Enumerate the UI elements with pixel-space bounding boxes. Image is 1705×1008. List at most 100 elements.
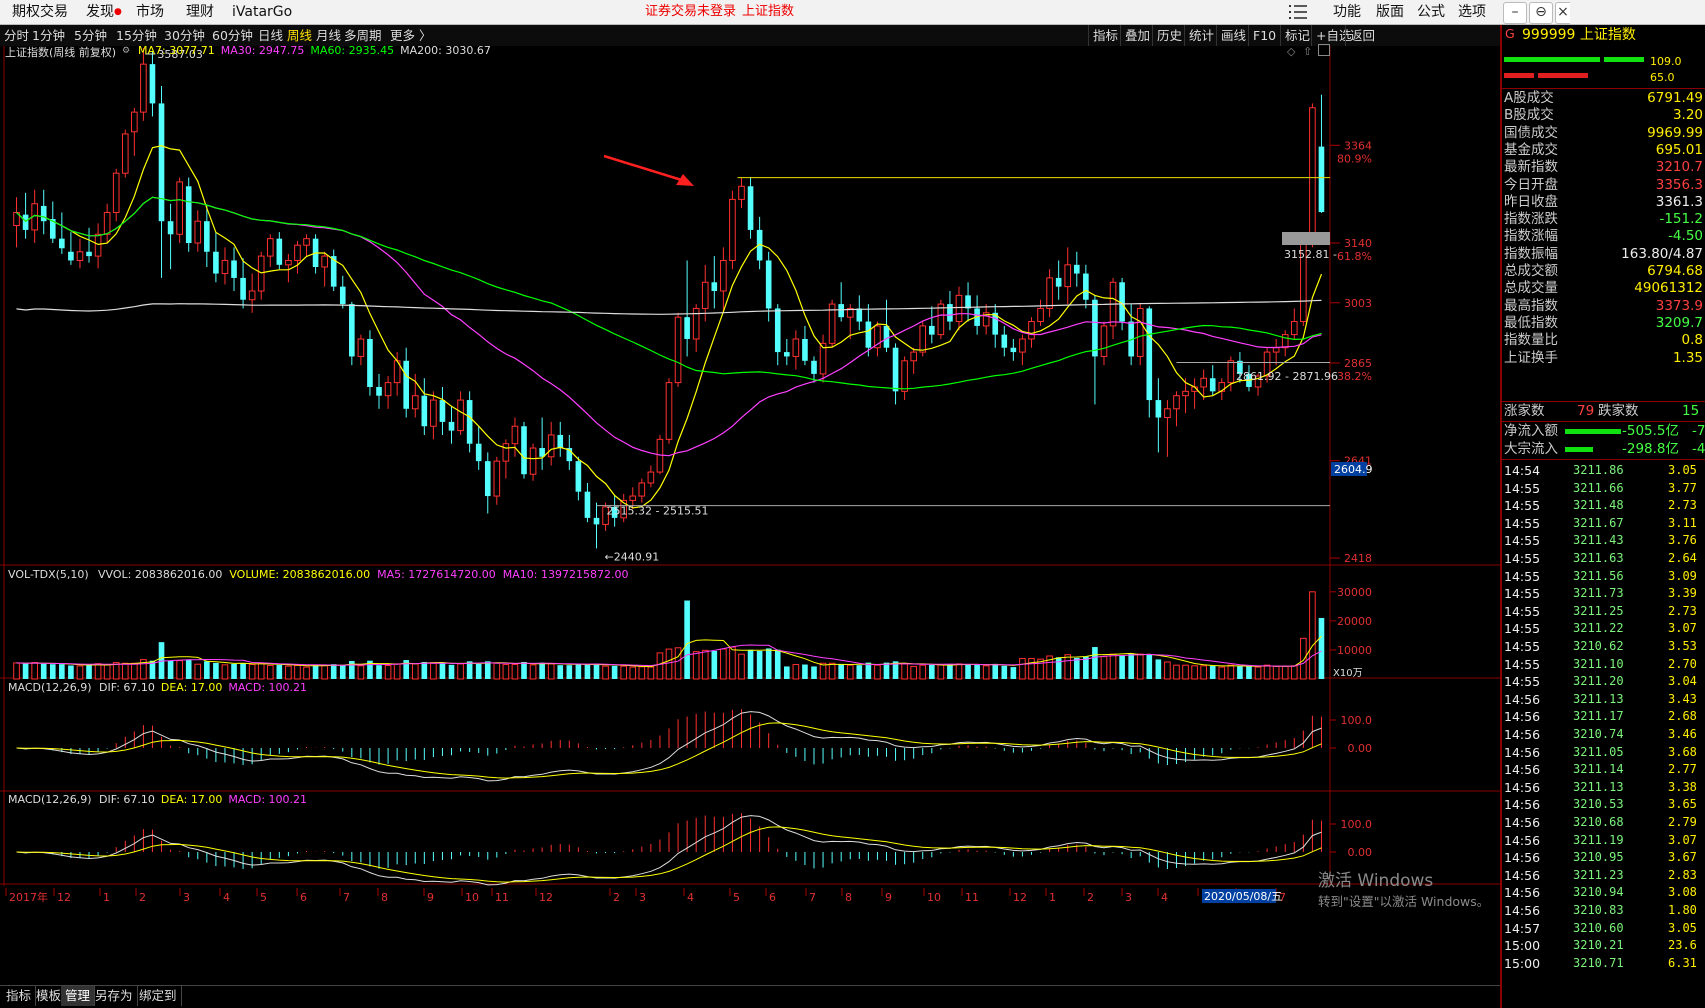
volume-bar	[856, 665, 863, 679]
close-icon[interactable]: ×	[1555, 2, 1570, 24]
tick-p: 3211.14	[1573, 762, 1624, 777]
volume-bar	[738, 653, 745, 680]
volume-bar	[448, 664, 455, 679]
tick-p: 3211.66	[1573, 480, 1624, 495]
volume-bar	[276, 664, 283, 679]
bottom-tab-3[interactable]: 另存为	[91, 986, 138, 1006]
volume-bar	[602, 665, 609, 680]
period-tab-4[interactable]: 30分钟	[164, 25, 205, 46]
candle-body	[176, 181, 183, 235]
volume-bar	[357, 665, 365, 680]
period-tab-2[interactable]: 5分钟	[74, 25, 107, 46]
period-tab-5[interactable]: 60分钟	[212, 25, 253, 46]
period-tab-3[interactable]: 15分钟	[116, 25, 157, 46]
volume-bar	[1092, 647, 1098, 679]
volume-bar	[257, 662, 265, 680]
menu-ivatargo[interactable]: iVatarGo	[232, 0, 292, 24]
period-tab-1[interactable]: 1分钟	[32, 25, 65, 46]
tick-row: 14:55 3211.66 3.77	[1502, 479, 1705, 498]
toolbar-btn-1[interactable]: 叠加	[1120, 25, 1150, 46]
volume-bar	[131, 662, 138, 680]
tick-p: 3210.60	[1573, 920, 1624, 935]
menu-function[interactable]: 功能	[1333, 0, 1361, 24]
tick-q: 2.73	[1668, 603, 1697, 618]
bottom-tab-0[interactable]: 指标	[2, 986, 37, 1006]
volume-bar	[285, 665, 292, 680]
menu-discover[interactable]: 发现●	[86, 0, 122, 24]
x-axis-label-10: 9	[427, 891, 434, 904]
divider	[1500, 88, 1705, 89]
volume-bar	[31, 661, 38, 680]
tick-row: 14:55 3211.73 3.39	[1502, 584, 1705, 603]
tick-p: 3210.21	[1573, 938, 1624, 953]
stat-row-15: 上证换手 1.35	[1502, 350, 1705, 367]
period-tab-10[interactable]: 更多 〉	[390, 25, 431, 46]
stat-value: 0.8	[1681, 332, 1703, 349]
x-axis-label-24: 12	[1013, 891, 1027, 904]
tick-t: 14:55	[1504, 568, 1541, 584]
volume-bar	[1246, 666, 1252, 679]
menu-formula[interactable]: 公式	[1417, 0, 1445, 24]
toolbar-btn-8[interactable]: 返回	[1345, 25, 1375, 46]
candle-body	[266, 238, 274, 257]
candle-body	[1146, 308, 1153, 401]
candle-body	[411, 395, 419, 410]
period-tab-6[interactable]: 日线	[258, 25, 283, 46]
price-axis-label-0: 3364	[1344, 139, 1372, 152]
toolbar-btn-4[interactable]: 画线	[1216, 25, 1246, 46]
volume-bar	[321, 664, 328, 680]
menu-market[interactable]: 市场	[136, 0, 164, 24]
tick-t: 14:56	[1504, 779, 1541, 795]
menu-options[interactable]: 选项	[1458, 0, 1486, 24]
menu-layout[interactable]: 版面	[1376, 0, 1404, 24]
list-menu-icon[interactable]	[1288, 3, 1308, 21]
volume-bar	[248, 664, 256, 680]
vol-unit: X10万	[1333, 668, 1363, 679]
diamond-icon[interactable]: ◇	[1287, 45, 1295, 58]
volume-bar	[1272, 665, 1280, 680]
volume-bar	[312, 664, 319, 679]
toolbar-btn-3[interactable]: 统计	[1184, 25, 1214, 46]
volume-bar	[330, 664, 337, 679]
volume-bar	[974, 664, 980, 679]
x-axis-label-6: 5	[260, 891, 267, 904]
toolbar-btn-2[interactable]: 历史	[1152, 25, 1182, 46]
period-tab-0[interactable]: 分时	[4, 25, 29, 46]
volume-bar	[711, 650, 718, 679]
candle-body	[248, 290, 256, 301]
volume-bar	[521, 661, 527, 679]
macd1-legend: DIF: 67.10 DEA: 17.00 MACD: 100.21	[99, 681, 313, 694]
bottom-tab-2[interactable]: 管理	[61, 986, 96, 1006]
vol-title-text: VOL-TDX(5,10)	[8, 568, 89, 581]
volume-bar	[266, 664, 274, 680]
vol-axis-label-1: 20000	[1337, 615, 1372, 628]
x-axis-label-7: 6	[300, 891, 307, 904]
period-tab-9[interactable]: 多周期	[344, 25, 382, 46]
toolbar-btn-6[interactable]: 标记	[1280, 25, 1310, 46]
tick-t: 14:56	[1504, 762, 1541, 778]
toolbar-btn-0[interactable]: 指标	[1088, 25, 1118, 46]
stat-row-5: 今日开盘 3356.3	[1502, 177, 1705, 194]
candle-body	[430, 399, 437, 427]
volume-bar	[992, 663, 999, 679]
chart-area[interactable]: 33643140300328652641241880.9%61.8%38.2% …	[0, 46, 1500, 986]
restore-icon[interactable]: ⊖	[1529, 2, 1553, 24]
tick-t: 15:00	[1504, 955, 1541, 971]
tick-t: 14:54	[1504, 463, 1541, 478]
period-tab-8[interactable]: 月线	[316, 25, 341, 46]
volume-bar	[1164, 661, 1171, 680]
bottom-tab-4[interactable]: 绑定到	[135, 986, 182, 1006]
menu-finance[interactable]: 理财	[186, 0, 214, 24]
up-arrow-icon[interactable]: ⇧	[1303, 45, 1312, 58]
candle-body	[865, 321, 872, 348]
minimize-icon[interactable]: –	[1503, 2, 1527, 24]
candle-body	[529, 447, 537, 475]
menu-options-trading[interactable]: 期权交易	[12, 0, 68, 24]
toolbar-btn-5[interactable]: F10	[1248, 25, 1276, 46]
candle-body	[774, 308, 781, 353]
pct-axis-label-2: 38.2%	[1337, 370, 1372, 383]
settings-gear-icon[interactable]: ⚙	[122, 46, 130, 56]
login-status[interactable]: 证券交易未登录	[645, 0, 736, 24]
volume-bar	[68, 665, 74, 679]
period-tab-7[interactable]: 周线	[287, 25, 312, 46]
